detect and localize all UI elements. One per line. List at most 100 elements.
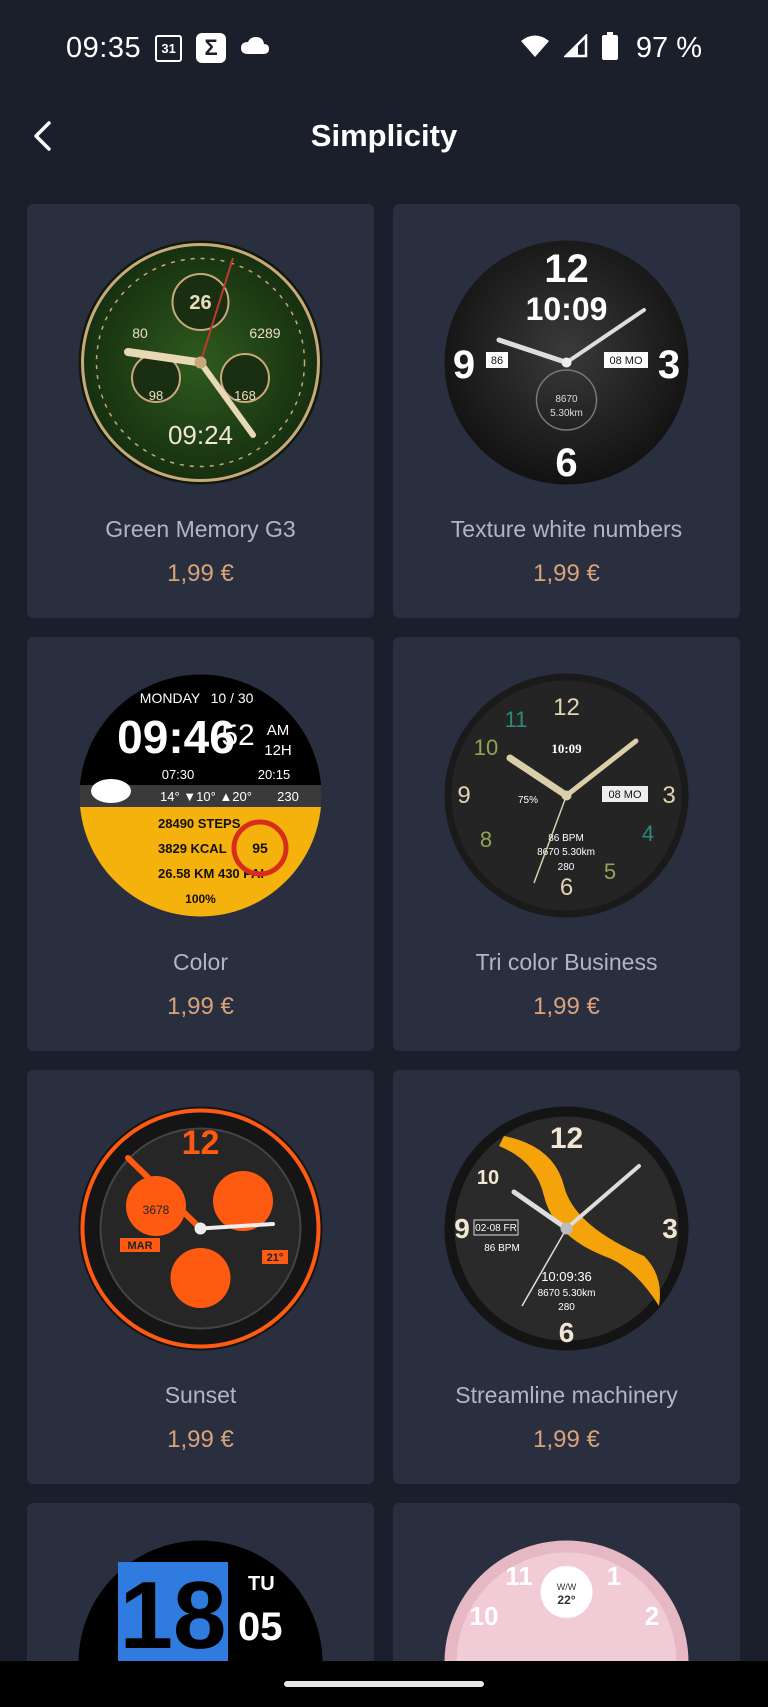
product-card[interactable]: 12 9 3 6 10:09 86 08 MO 8670 5.30km Text… [393,204,740,618]
svg-text:11: 11 [505,1561,533,1591]
product-card[interactable]: 26 98 168 6289 80 09:24 Green Memory G3 … [27,204,374,618]
svg-text:86 BPM: 86 BPM [548,833,584,844]
face-time-text: 09:46 [117,711,235,763]
svg-text:07:30: 07:30 [162,767,195,782]
svg-text:14° ▼10° ▲20°: 14° ▼10° ▲20° [160,789,252,804]
watch-face-preview: 12 9 3 6 10:09 86 08 MO 8670 5.30km [444,240,689,485]
product-card[interactable]: 12 3678 MAR 21° Sunset 1,99 € [27,1070,374,1484]
svg-text:168: 168 [234,388,256,403]
face-number-text: 18 [120,1562,227,1663]
product-card[interactable]: 11 1 10 2 W/W 22° [393,1503,740,1663]
status-right: 97 % [520,31,702,65]
svg-text:52: 52 [221,719,254,752]
svg-text:08 MO: 08 MO [609,355,642,367]
product-card[interactable]: MONDAY 10 / 30 09:46 52 AM 12H 07:30 20:… [27,637,374,1051]
chevron-left-icon [34,121,51,151]
cloud-icon [240,36,270,61]
partial-product-row: 18 TU 05 11 1 10 2 W/W 22° [27,1503,741,1663]
watch-face-preview: 12 3678 MAR 21° [78,1106,323,1351]
svg-text:230: 230 [277,789,299,804]
svg-text:05: 05 [238,1605,283,1649]
svg-text:280: 280 [558,1302,575,1313]
product-card[interactable]: 18 TU 05 [27,1503,374,1663]
svg-text:2: 2 [645,1601,659,1631]
svg-text:3829 KCAL: 3829 KCAL [158,841,227,856]
svg-text:8: 8 [480,827,492,852]
svg-text:12H: 12H [264,742,292,759]
signal-icon [562,32,588,63]
product-grid: 26 98 168 6289 80 09:24 Green Memory G3 … [27,204,741,1484]
svg-text:6: 6 [560,874,573,901]
svg-text:5: 5 [604,859,616,884]
product-price: 1,99 € [167,560,234,587]
face-time-text: 12 [182,1124,220,1162]
svg-text:80: 80 [132,325,148,341]
svg-text:02-08 FR: 02-08 FR [475,1223,517,1234]
svg-text:4: 4 [642,821,654,846]
status-bar: 09:35 31 Σ 97 % [0,0,768,96]
svg-text:3678: 3678 [143,1203,170,1217]
product-card[interactable]: 12 10 9 3 6 02-08 FR 86 BPM 10:09:36 867… [393,1070,740,1484]
svg-text:12: 12 [550,1122,583,1155]
face-time-text: 10:09 [551,741,582,756]
svg-text:MONDAY: MONDAY [140,690,201,706]
svg-text:9: 9 [454,1213,470,1244]
system-navigation-bar [0,1661,768,1707]
product-name: Texture white numbers [450,516,683,542]
svg-text:10: 10 [470,1601,499,1631]
svg-text:100%: 100% [185,892,216,906]
watch-face-preview: MONDAY 10 / 30 09:46 52 AM 12H 07:30 20:… [78,673,323,918]
svg-text:MAR: MAR [127,1240,152,1252]
svg-text:20:15: 20:15 [258,767,291,782]
svg-text:5.30km: 5.30km [550,408,583,419]
battery-percentage: 97 % [635,31,702,64]
sigma-app-icon: Σ [196,33,227,63]
back-button[interactable] [18,112,66,160]
svg-text:95: 95 [252,840,268,856]
watch-face-preview: 26 98 168 6289 80 09:24 [78,240,323,485]
svg-text:9: 9 [457,782,470,809]
svg-text:11: 11 [505,707,528,732]
product-price: 1,99 € [533,560,600,587]
watch-face-preview: 11 1 10 2 W/W 22° [444,1540,689,1663]
svg-text:75%: 75% [518,795,538,806]
svg-text:08 MO: 08 MO [608,789,641,801]
face-time-text: 10:09:36 [541,1269,592,1284]
product-name: Color [173,949,228,975]
face-time-text: 10:09 [526,291,608,327]
product-name: Streamline machinery [455,1382,678,1408]
status-left: 09:35 31 Σ [66,32,270,65]
status-time: 09:35 [66,31,142,64]
product-price: 1,99 € [533,993,600,1020]
watch-face-preview: 12 6 9 3 11 10 8 4 5 10:09 08 MO 75% 86 … [444,673,689,918]
svg-text:6289: 6289 [249,325,280,341]
svg-text:12: 12 [544,247,589,291]
svg-text:28490 STEPS: 28490 STEPS [158,816,241,831]
svg-text:86: 86 [491,355,503,367]
home-gesture-handle[interactable] [284,1681,484,1687]
svg-text:280: 280 [558,862,575,873]
product-card[interactable]: 12 6 9 3 11 10 8 4 5 10:09 08 MO 75% 86 … [393,637,740,1051]
svg-text:3: 3 [658,343,680,387]
product-name: Tri color Business [475,949,658,975]
svg-text:8670 5.30km: 8670 5.30km [538,1288,596,1299]
product-price: 1,99 € [167,1426,234,1453]
svg-text:6: 6 [559,1317,575,1348]
face-time-text: 09:24 [168,420,233,450]
svg-text:10: 10 [474,735,498,760]
svg-text:1: 1 [607,1561,621,1591]
svg-text:TU: TU [248,1573,275,1595]
svg-text:21°: 21° [267,1252,284,1264]
svg-text:3: 3 [662,1213,678,1244]
product-price: 1,99 € [167,993,234,1020]
app-bar: Simplicity [0,96,768,176]
calendar-icon: 31 [155,34,183,62]
svg-text:8670: 8670 [555,394,578,405]
svg-text:AM: AM [267,722,290,739]
product-name: Green Memory G3 [105,516,296,542]
wifi-icon [520,34,550,63]
product-price: 1,99 € [533,1426,600,1453]
svg-text:3: 3 [662,782,675,809]
svg-text:26: 26 [189,292,211,314]
svg-text:98: 98 [149,388,163,403]
